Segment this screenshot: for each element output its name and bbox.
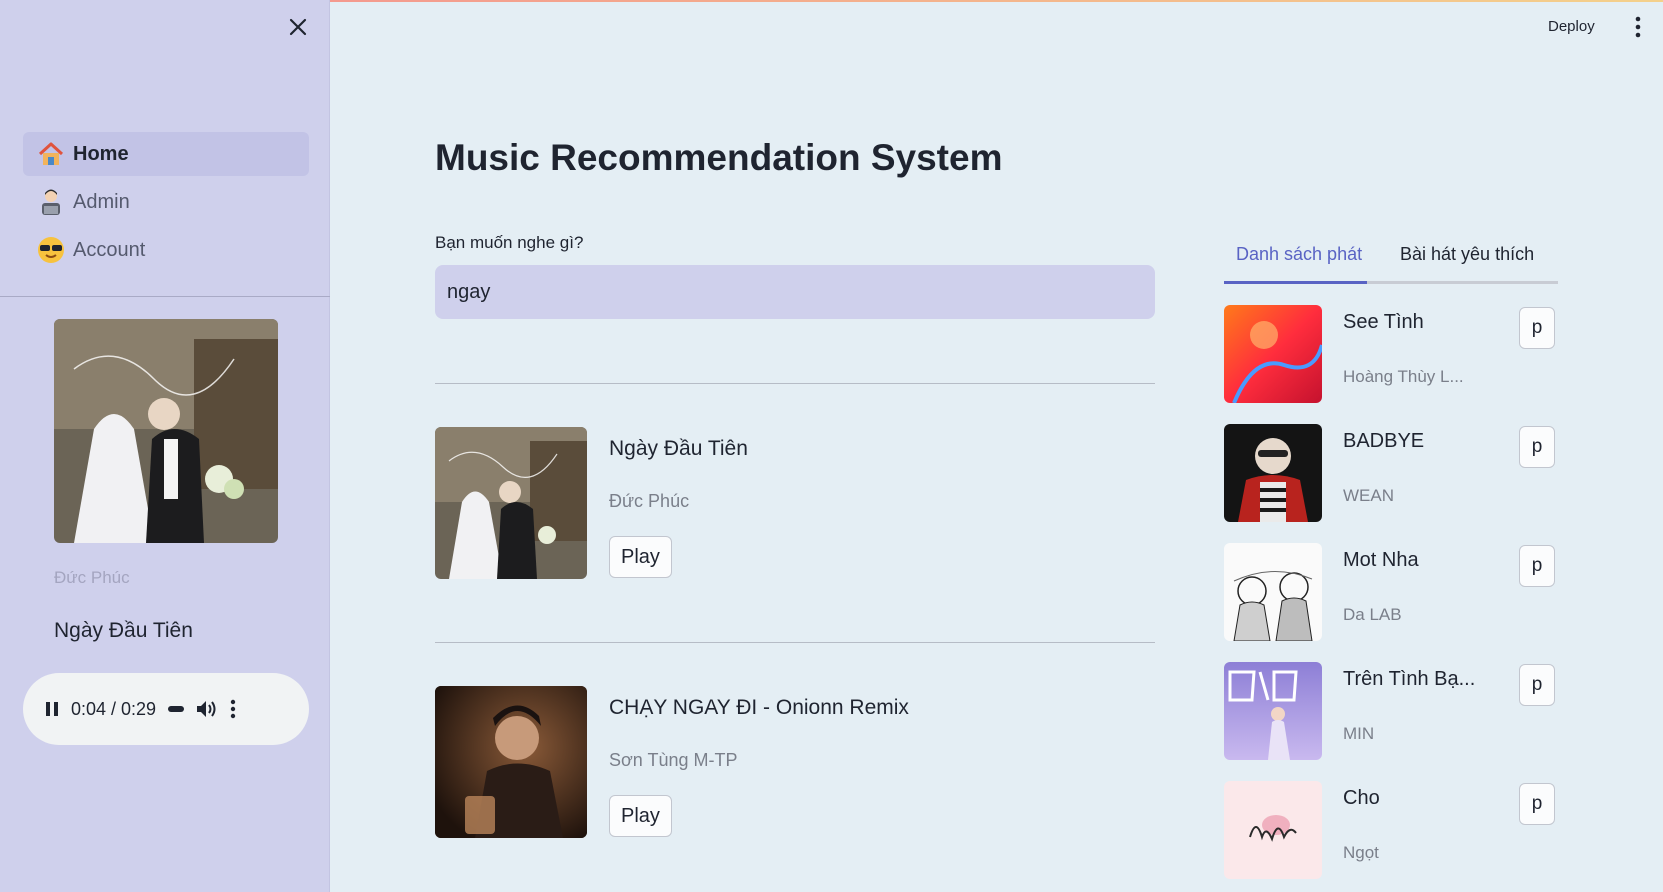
volume-icon bbox=[197, 701, 216, 717]
tab-favorites[interactable]: Bài hát yêu thích bbox=[1400, 244, 1534, 265]
kebab-menu-icon bbox=[230, 699, 236, 719]
search-input[interactable] bbox=[435, 265, 1155, 319]
player-time: 0:04 / 0:29 bbox=[71, 698, 157, 719]
search-result-item: Ngày Đầu Tiên Đức Phúc Play bbox=[435, 427, 1155, 579]
playlist-play-button[interactable]: p bbox=[1519, 783, 1555, 825]
player-progress-bar[interactable] bbox=[168, 706, 185, 712]
main-menu-button[interactable] bbox=[1628, 14, 1648, 40]
playlist-item-title: See Tình bbox=[1343, 311, 1424, 333]
player-options-button[interactable] bbox=[230, 699, 236, 719]
playlist-item: BADBYE WEAN p bbox=[1224, 424, 1558, 522]
sidebar-item-admin[interactable]: Admin bbox=[23, 180, 309, 224]
volume-button[interactable] bbox=[196, 699, 218, 719]
audio-player: 0:04 / 0:29 bbox=[23, 673, 309, 745]
playlist-item-artist: Da LAB bbox=[1343, 605, 1402, 624]
playlist-item-title: Trên Tình Bạ... bbox=[1343, 668, 1476, 690]
play-button[interactable]: Play bbox=[609, 536, 672, 578]
sidebar-item-account[interactable]: Account bbox=[23, 228, 309, 272]
now-playing-artist: Đức Phúc bbox=[54, 568, 130, 587]
house-icon bbox=[37, 140, 65, 168]
playlist-item-artist: Ngọt bbox=[1343, 843, 1379, 862]
sidebar-item-home[interactable]: Home bbox=[23, 132, 309, 176]
search-result-item: CHẠY NGAY ĐI - Onionn Remix Sơn Tùng M-T… bbox=[435, 686, 1155, 838]
kebab-menu-icon bbox=[1635, 16, 1641, 38]
playlist-thumbnail bbox=[1224, 305, 1322, 403]
playlist-item-title: Mot Nha bbox=[1343, 549, 1419, 571]
now-playing-title: Ngày Đầu Tiên bbox=[54, 619, 193, 642]
page-title: Music Recommendation System bbox=[435, 137, 1003, 178]
playlist-thumbnail bbox=[1224, 662, 1322, 760]
close-icon bbox=[289, 18, 307, 36]
sidebar-item-label: Account bbox=[73, 238, 146, 261]
tab-playlist[interactable]: Danh sách phát bbox=[1236, 244, 1362, 265]
playlist-thumbnail bbox=[1224, 543, 1322, 641]
sidebar-divider bbox=[0, 296, 330, 297]
divider bbox=[435, 642, 1155, 643]
sidebar-item-label: Home bbox=[73, 142, 129, 165]
sidebar: Home Admin Account Đức Phúc Ngày Đầu Tiê… bbox=[0, 0, 330, 892]
result-title: CHẠY NGAY ĐI - Onionn Remix bbox=[609, 696, 909, 719]
playlist-thumbnail bbox=[1224, 781, 1322, 879]
result-artist: Sơn Tùng M-TP bbox=[609, 750, 738, 770]
playlist-item-artist: WEAN bbox=[1343, 486, 1394, 505]
close-sidebar-button[interactable] bbox=[283, 12, 313, 42]
playlist-item: Trên Tình Bạ... MIN p bbox=[1224, 662, 1558, 760]
result-artist: Đức Phúc bbox=[609, 491, 690, 511]
sidebar-nav: Home Admin Account bbox=[23, 132, 309, 276]
playlist-play-button[interactable]: p bbox=[1519, 545, 1555, 587]
result-title: Ngày Đầu Tiên bbox=[609, 437, 748, 460]
deploy-button[interactable]: Deploy bbox=[1548, 18, 1595, 35]
playlist-play-button[interactable]: p bbox=[1519, 426, 1555, 468]
playlist-item-artist: MIN bbox=[1343, 724, 1375, 743]
pause-icon bbox=[46, 702, 58, 716]
result-thumbnail bbox=[435, 427, 587, 579]
playlist-item: Cho Ngọt p bbox=[1224, 781, 1558, 879]
playlist-item-title: BADBYE bbox=[1343, 430, 1425, 452]
playlist-item-artist: Hoàng Thùy L... bbox=[1343, 367, 1464, 386]
playlist-play-button[interactable]: p bbox=[1519, 307, 1555, 349]
office-worker-icon bbox=[37, 188, 65, 216]
playlist-play-button[interactable]: p bbox=[1519, 664, 1555, 706]
now-playing-album-art bbox=[54, 319, 278, 543]
active-tab-indicator bbox=[1224, 281, 1367, 284]
result-thumbnail bbox=[435, 686, 587, 838]
playlist-item: Mot Nha Da LAB p bbox=[1224, 543, 1558, 641]
playlist-thumbnail bbox=[1224, 424, 1322, 522]
playlist-tabs: Danh sách phát Bài hát yêu thích bbox=[1224, 240, 1558, 284]
pause-button[interactable] bbox=[45, 701, 59, 717]
playlist-item-title: Cho bbox=[1343, 787, 1380, 809]
sidebar-item-label: Admin bbox=[73, 190, 130, 213]
divider bbox=[435, 383, 1155, 384]
play-button[interactable]: Play bbox=[609, 795, 672, 837]
playlist-item: See Tình Hoàng Thùy L... p bbox=[1224, 305, 1558, 403]
sunglasses-face-icon bbox=[37, 236, 65, 264]
search-label: Bạn muốn nghe gì? bbox=[435, 233, 584, 252]
